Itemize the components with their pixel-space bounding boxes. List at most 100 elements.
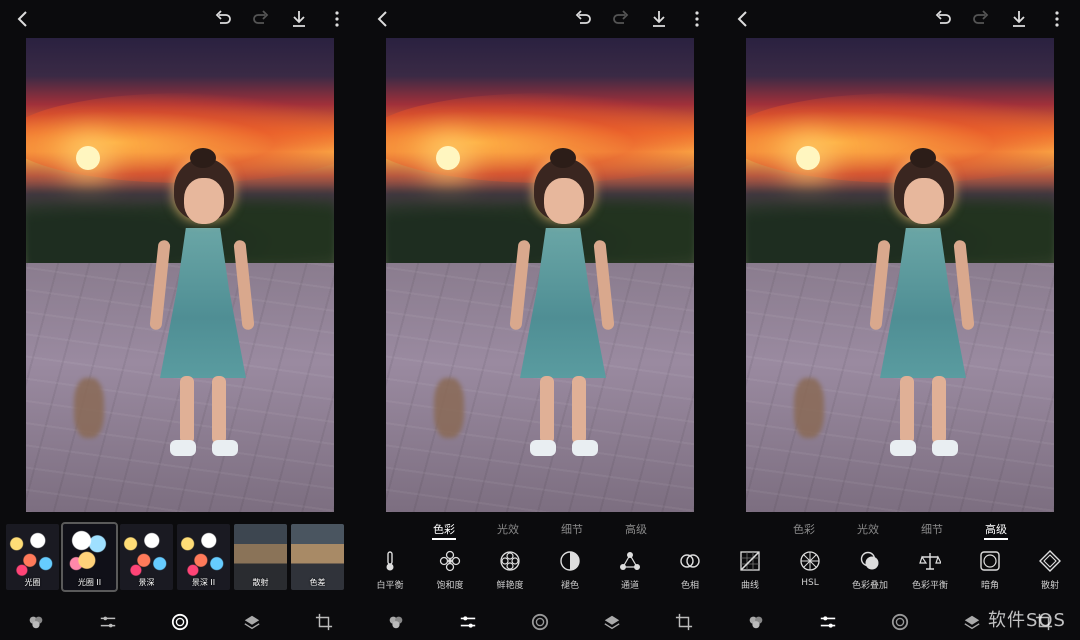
tool-diffuse[interactable]: 散射 <box>1020 548 1080 596</box>
undo-icon[interactable] <box>932 8 954 30</box>
adjust-icon[interactable] <box>792 604 864 640</box>
half-circle-icon <box>557 548 583 574</box>
tool-curves[interactable]: 曲线 <box>720 548 780 596</box>
sun <box>796 146 820 170</box>
redo-icon[interactable] <box>610 8 632 30</box>
tool-label: 白平衡 <box>376 581 404 591</box>
filter-thumb[interactable]: 光圈 II <box>61 522 118 592</box>
lens-blur-icon[interactable] <box>504 604 576 640</box>
filter-label: 光圈 <box>24 578 41 587</box>
layers-icon[interactable] <box>216 604 288 640</box>
download-icon[interactable] <box>288 8 310 30</box>
bottom-nav <box>360 604 720 640</box>
layers-icon[interactable] <box>576 604 648 640</box>
back-icon[interactable] <box>732 8 754 30</box>
tool-color-balance[interactable]: 色彩平衡 <box>900 548 960 596</box>
filter-label: 光圈 II <box>77 578 102 587</box>
lens-blur-filters: 光圈 光圈 II 景深 景深 II 散射 色差 <box>6 522 360 592</box>
filter-thumb[interactable]: 散射 <box>234 524 287 590</box>
lens-blur-icon[interactable] <box>144 604 216 640</box>
balance-icon <box>917 548 943 574</box>
download-icon[interactable] <box>1008 8 1030 30</box>
sun <box>436 146 460 170</box>
more-icon[interactable] <box>1046 8 1068 30</box>
tool-label: 色彩叠加 <box>851 581 888 591</box>
advanced-tools: 曲线 HSL 色彩叠加 色彩平衡 暗角 散射 <box>720 548 1080 596</box>
bottom-nav <box>0 604 360 640</box>
top-bar <box>720 0 1080 38</box>
filter-label: 色差 <box>309 578 326 587</box>
tool-saturation[interactable]: 饱和度 <box>420 548 480 596</box>
tool-channels[interactable]: 通道 <box>600 548 660 596</box>
thermometer-icon <box>377 548 403 574</box>
girl-subject <box>506 148 616 478</box>
panel-lens-blur: 光圈 光圈 II 景深 景深 II 散射 色差 <box>0 0 360 640</box>
redo-icon[interactable] <box>970 8 992 30</box>
vignette-icon <box>977 548 1003 574</box>
tab-color[interactable]: 色彩 <box>412 520 476 540</box>
tool-label: HSL <box>801 578 819 588</box>
tab-advanced[interactable]: 高级 <box>964 520 1028 540</box>
tab-light[interactable]: 光效 <box>836 520 900 540</box>
tab-advanced[interactable]: 高级 <box>604 520 668 540</box>
tool-hue[interactable]: 色相 <box>660 548 720 596</box>
watermark: 软件SOS <box>987 610 1066 631</box>
download-icon[interactable] <box>648 8 670 30</box>
adjust-tabs: 色彩 光效 细节 高级 <box>360 520 720 540</box>
filter-label: 景深 II <box>191 578 216 587</box>
girl-subject <box>146 148 256 478</box>
filter-thumb[interactable]: 景深 <box>120 524 173 590</box>
tool-white-balance[interactable]: 白平衡 <box>360 548 420 596</box>
photo-canvas[interactable] <box>746 38 1054 512</box>
filter-thumb[interactable]: 景深 II <box>177 524 230 590</box>
tool-hsl[interactable]: HSL <box>780 548 840 596</box>
tab-light[interactable]: 光效 <box>476 520 540 540</box>
tool-fade[interactable]: 褪色 <box>540 548 600 596</box>
more-icon[interactable] <box>326 8 348 30</box>
tab-color[interactable]: 色彩 <box>772 520 836 540</box>
filter-thumb[interactable]: 色差 <box>291 524 344 590</box>
looks-icon[interactable] <box>720 604 792 640</box>
curves-icon <box>737 548 763 574</box>
rings-icon <box>677 548 703 574</box>
filter-label: 散射 <box>252 578 269 587</box>
back-icon[interactable] <box>12 8 34 30</box>
redo-icon[interactable] <box>250 8 272 30</box>
photo-canvas[interactable] <box>26 38 334 512</box>
adjust-icon[interactable] <box>432 604 504 640</box>
tab-detail[interactable]: 细节 <box>900 520 964 540</box>
photo-canvas[interactable] <box>386 38 694 512</box>
screens: 光圈 光圈 II 景深 景深 II 散射 色差 色彩 光效 细节 高级 白平衡 … <box>0 0 1080 640</box>
diffuse-icon <box>1037 548 1063 574</box>
top-bar <box>360 0 720 38</box>
lens-blur-icon[interactable] <box>864 604 936 640</box>
girl-subject <box>866 148 976 478</box>
tool-label: 通道 <box>620 581 639 591</box>
back-icon[interactable] <box>372 8 394 30</box>
tool-label: 饱和度 <box>436 581 464 591</box>
adjust-icon[interactable] <box>72 604 144 640</box>
adjust-tabs: 色彩 光效 细节 高级 <box>720 520 1080 540</box>
dog <box>74 378 104 438</box>
flower2-icon <box>497 548 523 574</box>
tool-label: 暗角 <box>980 581 999 591</box>
tool-label: 散射 <box>1040 581 1059 591</box>
tool-vibrance[interactable]: 鲜艳度 <box>480 548 540 596</box>
looks-icon[interactable] <box>360 604 432 640</box>
tool-label: 曲线 <box>740 581 759 591</box>
undo-icon[interactable] <box>212 8 234 30</box>
dog <box>434 378 464 438</box>
tool-color-overlay[interactable]: 色彩叠加 <box>840 548 900 596</box>
filter-thumb[interactable]: 光圈 <box>6 524 59 590</box>
hsl-icon <box>797 548 823 574</box>
crop-icon[interactable] <box>288 604 360 640</box>
tool-vignette[interactable]: 暗角 <box>960 548 1020 596</box>
tab-detail[interactable]: 细节 <box>540 520 604 540</box>
crop-icon[interactable] <box>648 604 720 640</box>
top-bar <box>0 0 360 38</box>
undo-icon[interactable] <box>572 8 594 30</box>
panel-adjust-color: 色彩 光效 细节 高级 白平衡 饱和度 鲜艳度 褪色 通道 色相 <box>360 0 720 640</box>
looks-icon[interactable] <box>0 604 72 640</box>
more-icon[interactable] <box>686 8 708 30</box>
panel-adjust-advanced: 色彩 光效 细节 高级 曲线 HSL 色彩叠加 色彩平衡 暗角 散射 软件SOS <box>720 0 1080 640</box>
